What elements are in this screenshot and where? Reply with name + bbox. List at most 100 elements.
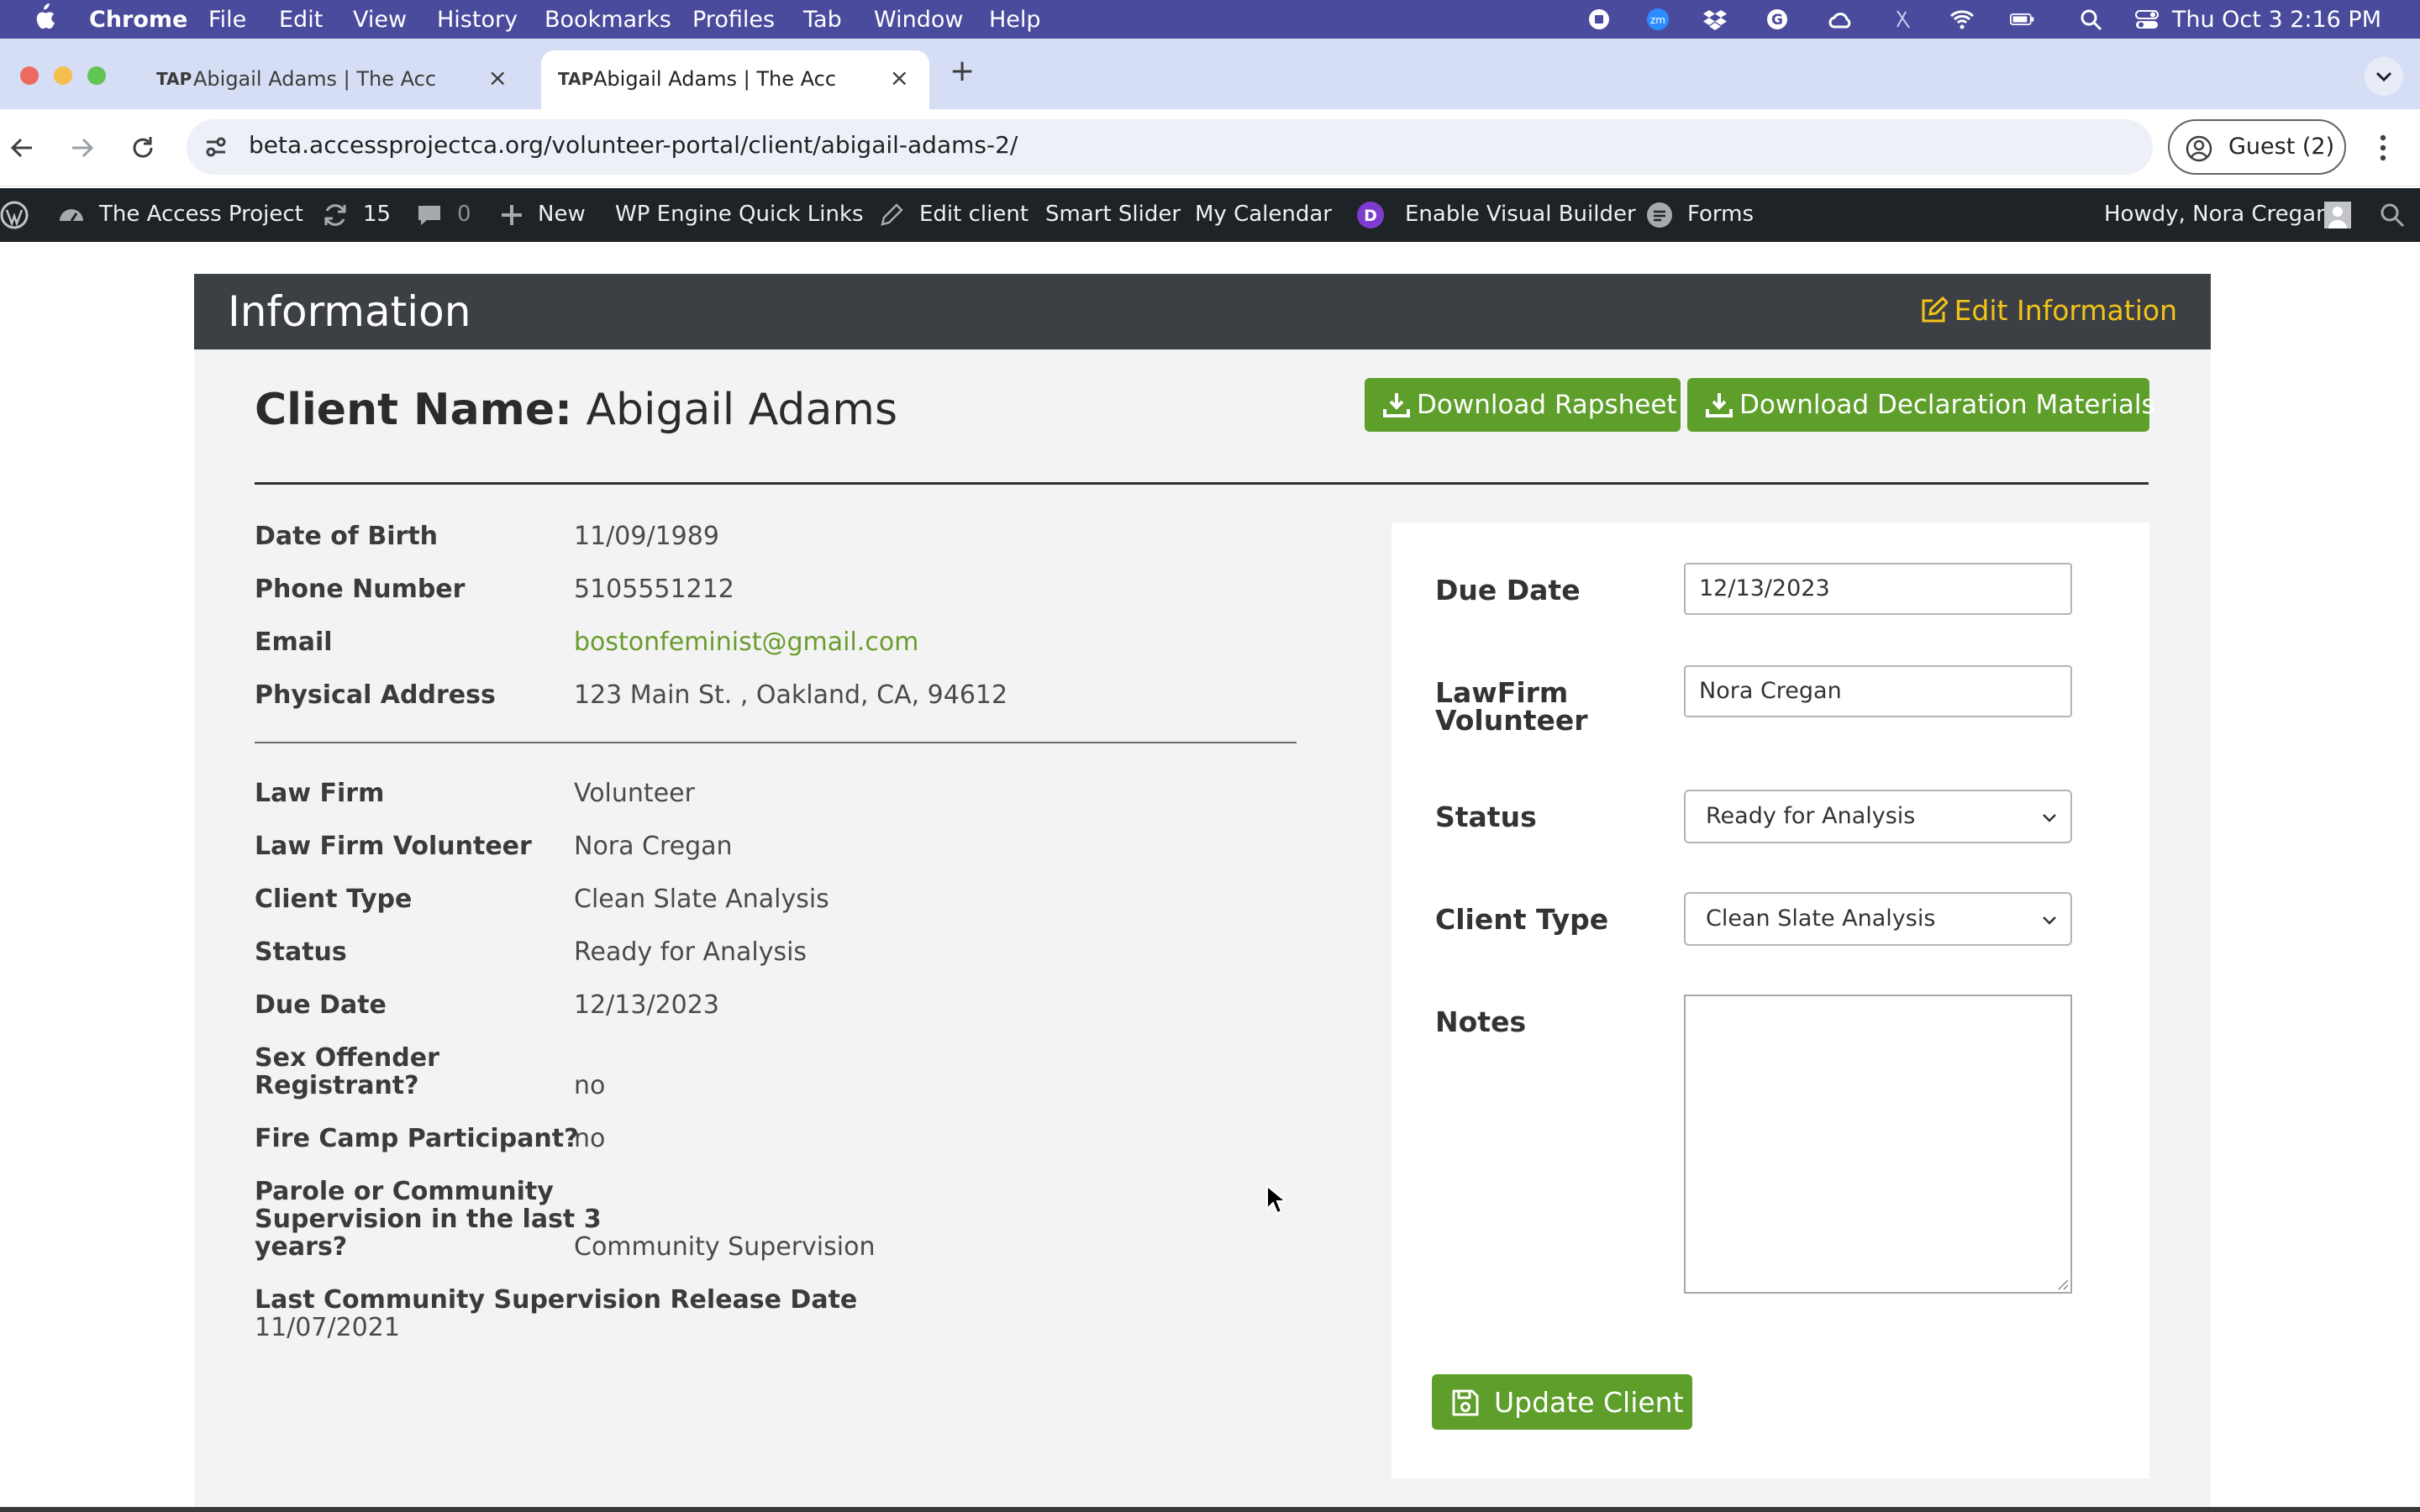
address-bar[interactable]: beta.accessprojectca.org/volunteer-porta… bbox=[187, 119, 2153, 175]
chevron-down-icon bbox=[2043, 916, 2056, 925]
wp-smart-slider[interactable]: Smart Slider bbox=[1045, 202, 1181, 227]
tab-close-icon[interactable]: × bbox=[488, 64, 508, 92]
sex-offender-value: no bbox=[574, 1071, 606, 1100]
notes-textarea[interactable] bbox=[1684, 995, 2072, 1294]
parole-value: Community Supervision bbox=[574, 1232, 876, 1262]
wp-howdy-user[interactable]: Howdy, Nora Cregan bbox=[2104, 202, 2330, 227]
menu-edit[interactable]: Edit bbox=[279, 7, 323, 33]
wordpress-logo-icon[interactable] bbox=[0, 201, 29, 229]
status-select[interactable]: Ready for Analysis bbox=[1684, 790, 2072, 843]
profile-avatar-icon bbox=[2186, 135, 2212, 162]
wifi-icon[interactable] bbox=[1949, 8, 1975, 31]
spotlight-search-icon[interactable] bbox=[2079, 8, 2104, 31]
wp-site-name[interactable]: The Access Project bbox=[99, 202, 303, 227]
form-due-date-label: Due Date bbox=[1435, 574, 1581, 606]
wp-engine-quick-links[interactable]: WP Engine Quick Links bbox=[615, 202, 864, 227]
form-lawfirm-label-line1: LawFirm bbox=[1435, 676, 1569, 709]
wp-comments-count[interactable]: 0 bbox=[457, 202, 471, 227]
tab-close-icon[interactable]: × bbox=[890, 64, 909, 92]
profile-label: Guest (2) bbox=[2228, 134, 2335, 160]
menu-bookmarks[interactable]: Bookmarks bbox=[544, 7, 671, 33]
window-zoom-button[interactable] bbox=[87, 66, 106, 85]
dropbox-icon[interactable] bbox=[1702, 8, 1728, 31]
menu-help[interactable]: Help bbox=[989, 7, 1041, 33]
zoom-app-icon[interactable]: zm bbox=[1645, 8, 1670, 31]
client-type-select-value: Clean Slate Analysis bbox=[1706, 906, 1936, 932]
address-label: Physical Address bbox=[255, 680, 496, 710]
law-firm-label: Law Firm bbox=[255, 779, 385, 808]
volunteer-value: Nora Cregan bbox=[574, 832, 733, 861]
new-tab-button[interactable]: + bbox=[950, 54, 975, 88]
download-declaration-button[interactable]: Download Declaration Materials bbox=[1687, 378, 2155, 432]
wp-forms[interactable]: Forms bbox=[1687, 202, 1754, 227]
apple-logo-icon[interactable] bbox=[32, 3, 55, 32]
fire-camp-value: no bbox=[574, 1124, 606, 1153]
law-firm-value: Volunteer bbox=[574, 779, 695, 808]
window-minimize-button[interactable] bbox=[54, 66, 72, 85]
screen-record-icon[interactable] bbox=[1586, 8, 1612, 31]
wp-enable-visual-builder[interactable]: Enable Visual Builder bbox=[1405, 202, 1636, 227]
divi-logo-icon: D bbox=[1357, 202, 1384, 228]
wp-new-menu[interactable]: New bbox=[538, 202, 586, 227]
lawfirm-volunteer-input[interactable]: Nora Cregan bbox=[1684, 665, 2072, 717]
grammarly-icon[interactable]: G bbox=[1765, 8, 1790, 31]
menu-history[interactable]: History bbox=[437, 7, 518, 33]
comments-bubble-icon bbox=[418, 206, 440, 225]
menu-window[interactable]: Window bbox=[874, 7, 963, 33]
download-rapsheet-button[interactable]: Download Rapsheet bbox=[1365, 378, 1681, 432]
resize-grip-icon[interactable] bbox=[2055, 1277, 2069, 1290]
email-label: Email bbox=[255, 627, 333, 657]
email-link[interactable]: bostonfeminist@gmail.com bbox=[574, 628, 918, 657]
tap-favicon-icon: TAP bbox=[156, 69, 192, 89]
mute-icon[interactable] bbox=[1891, 8, 1916, 31]
window-close-button[interactable] bbox=[20, 66, 39, 85]
wp-my-calendar[interactable]: My Calendar bbox=[1195, 202, 1332, 227]
edit-square-icon bbox=[1922, 297, 1948, 323]
site-settings-icon[interactable] bbox=[202, 133, 230, 161]
forms-icon bbox=[1647, 202, 1672, 228]
menu-profiles[interactable]: Profiles bbox=[692, 7, 775, 33]
control-center-icon[interactable] bbox=[2134, 8, 2160, 31]
volunteer-label: Law Firm Volunteer bbox=[255, 832, 532, 861]
profile-guest-button[interactable]: Guest (2) bbox=[2168, 119, 2346, 175]
details-divider bbox=[255, 742, 1297, 743]
menu-app-chrome[interactable]: Chrome bbox=[89, 7, 187, 33]
menu-view[interactable]: View bbox=[353, 7, 407, 33]
client-name-label: Client Name: bbox=[255, 385, 572, 435]
tab-title: Abigail Adams | The Access P bbox=[593, 67, 837, 91]
client-name-value: Abigail Adams bbox=[586, 385, 898, 435]
due-date-label: Due Date bbox=[255, 990, 387, 1020]
last-release-label: Last Community Supervision Release Date bbox=[255, 1285, 858, 1315]
menu-clock[interactable]: Thu Oct 3 2:16 PM bbox=[2172, 7, 2381, 33]
more-menu-icon[interactable] bbox=[2375, 133, 2391, 163]
update-client-label: Update Client bbox=[1494, 1386, 1684, 1419]
battery-icon[interactable] bbox=[2010, 8, 2035, 31]
wp-updates-count[interactable]: 15 bbox=[363, 202, 391, 227]
browser-tab-2-active[interactable]: TAP Abigail Adams | The Access P × bbox=[541, 50, 929, 109]
tab-search-button[interactable] bbox=[2365, 57, 2403, 96]
wp-edit-client[interactable]: Edit client bbox=[919, 202, 1028, 227]
menu-file[interactable]: File bbox=[208, 7, 246, 33]
user-avatar-icon[interactable] bbox=[2324, 202, 2351, 228]
updates-refresh-icon bbox=[324, 204, 346, 226]
section-divider bbox=[255, 482, 2149, 485]
forward-arrow-icon[interactable] bbox=[67, 133, 97, 163]
dob-value: 11/09/1989 bbox=[574, 522, 719, 551]
form-lawfirm-label-line2: Volunteer bbox=[1435, 704, 1588, 737]
plus-icon bbox=[502, 205, 522, 225]
search-icon[interactable] bbox=[2378, 201, 2407, 229]
panel-title: Information bbox=[228, 287, 471, 336]
back-arrow-icon[interactable] bbox=[7, 133, 37, 163]
browser-tab-1[interactable]: TAP Abigail Adams | The Access P × bbox=[139, 50, 528, 109]
mouse-pointer-icon bbox=[1266, 1184, 1286, 1215]
reload-icon[interactable] bbox=[128, 133, 158, 163]
url-text[interactable]: beta.accessprojectca.org/volunteer-porta… bbox=[249, 131, 1018, 159]
creative-cloud-icon[interactable] bbox=[1827, 8, 1852, 31]
wp-admin-bar: The Access Project 15 0 New WP Engine Qu… bbox=[0, 188, 2420, 242]
menu-tab[interactable]: Tab bbox=[803, 7, 842, 33]
edit-information-link[interactable]: Edit Information bbox=[1919, 294, 2177, 327]
client-type-select[interactable]: Clean Slate Analysis bbox=[1684, 892, 2072, 946]
due-date-input[interactable]: 12/13/2023 bbox=[1684, 563, 2072, 615]
update-client-button[interactable]: Update Client bbox=[1432, 1374, 1692, 1430]
last-release-value: 11/07/2021 bbox=[255, 1313, 400, 1342]
